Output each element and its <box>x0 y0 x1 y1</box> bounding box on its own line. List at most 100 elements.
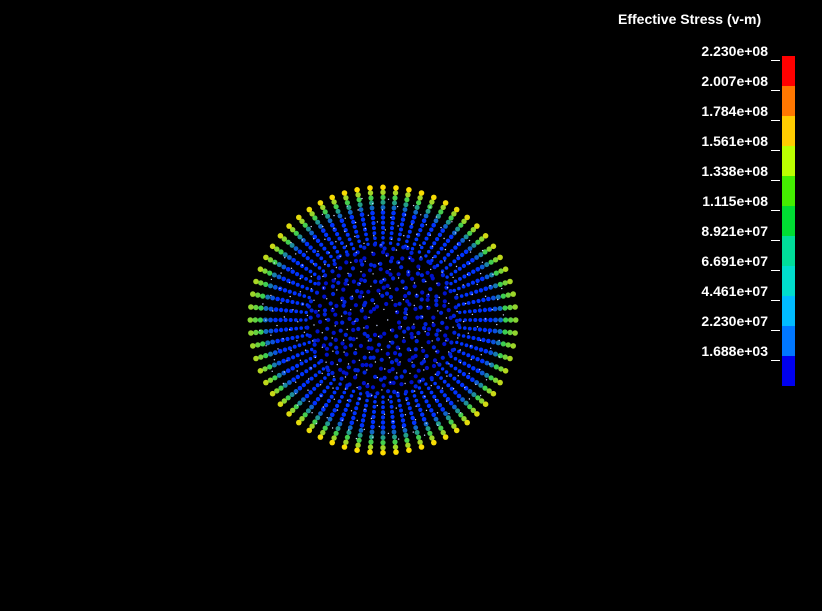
mesh-node <box>393 302 398 308</box>
mesh-node <box>300 334 305 338</box>
mesh-node-highlight <box>326 417 328 419</box>
mesh-node <box>263 281 269 287</box>
mesh-node <box>411 420 417 426</box>
mesh-node <box>386 389 391 394</box>
mesh-node <box>417 386 422 390</box>
mesh-node <box>409 380 414 385</box>
mesh-node <box>475 357 480 362</box>
mesh-node-highlight <box>468 239 471 242</box>
mesh-node <box>325 365 330 370</box>
mesh-node <box>403 315 408 320</box>
mesh-node <box>502 329 508 335</box>
mesh-node <box>324 346 330 351</box>
mesh-node-highlight <box>289 295 291 298</box>
mesh-node <box>466 282 471 287</box>
mesh-node-highlight <box>426 305 428 308</box>
mesh-node <box>482 327 488 333</box>
mesh-node <box>396 320 402 325</box>
mesh-node <box>373 400 377 404</box>
mesh-node-highlight <box>467 332 469 334</box>
mesh-node <box>366 345 371 351</box>
mesh-node <box>319 358 324 364</box>
mesh-node <box>363 315 368 320</box>
mesh-node <box>349 394 354 398</box>
mesh-node <box>424 254 428 258</box>
mesh-node <box>268 351 273 357</box>
mesh-node <box>372 332 378 337</box>
mesh-node <box>372 231 377 236</box>
mesh-node-highlight <box>440 330 442 332</box>
mesh-node <box>492 306 498 312</box>
mesh-node <box>426 327 432 332</box>
mesh-node <box>347 316 352 321</box>
mesh-node <box>467 246 473 252</box>
mesh-node-highlight <box>284 257 286 259</box>
mesh-node <box>443 333 448 338</box>
mesh-node-highlight <box>411 223 413 225</box>
mesh-node <box>380 449 386 456</box>
mesh-node <box>461 263 466 268</box>
mesh-node <box>422 395 426 399</box>
mesh-node <box>319 242 324 247</box>
mesh-node-highlight <box>333 227 335 229</box>
mesh-node <box>370 210 375 216</box>
mesh-node <box>484 372 490 378</box>
mesh-node <box>431 412 437 418</box>
mesh-node <box>470 355 475 360</box>
mesh-node <box>347 398 352 403</box>
mesh-node-highlight <box>304 349 307 351</box>
mesh-node <box>401 245 406 250</box>
mesh-node <box>268 328 274 334</box>
mesh-node <box>332 377 336 382</box>
mesh-node <box>452 330 457 335</box>
mesh-node <box>370 424 375 430</box>
mesh-node <box>410 389 415 393</box>
mesh-node <box>295 335 300 339</box>
mesh-node <box>449 272 454 277</box>
mesh-node <box>439 310 444 315</box>
mesh-node-highlight <box>324 263 326 266</box>
mesh-node-highlight <box>376 221 379 223</box>
mesh-node <box>371 221 376 226</box>
mesh-node <box>335 426 341 432</box>
mesh-node <box>306 206 313 213</box>
mesh-node <box>386 344 391 349</box>
mesh-node <box>321 407 326 412</box>
mesh-node-highlight <box>479 339 482 341</box>
mesh-node <box>342 245 347 250</box>
mesh-node-highlight <box>319 384 322 386</box>
mesh-node <box>304 393 310 399</box>
mesh-node <box>352 224 357 229</box>
mesh-node <box>380 210 386 215</box>
mesh-node-highlight <box>376 324 378 327</box>
mesh-node <box>431 363 437 369</box>
mesh-node <box>425 208 431 214</box>
mesh-node <box>442 200 449 206</box>
mesh-node <box>372 226 376 231</box>
mesh-node <box>373 279 378 284</box>
mesh-node-highlight <box>321 372 323 375</box>
mesh-node <box>414 398 419 403</box>
model-viewport[interactable] <box>0 0 822 611</box>
mesh-node <box>429 376 434 381</box>
mesh-node-highlight <box>479 394 482 397</box>
mesh-node-highlight <box>350 410 353 412</box>
mesh-node-highlight <box>445 340 447 342</box>
mesh-node <box>308 366 313 371</box>
mesh-node <box>315 252 320 257</box>
mesh-node <box>406 326 411 331</box>
mesh-node <box>372 404 377 409</box>
mesh-node-highlight <box>437 310 439 312</box>
mesh-node <box>263 306 269 311</box>
mesh-node-highlight <box>326 298 328 300</box>
mesh-node-highlight <box>355 251 357 254</box>
mesh-node <box>285 298 290 304</box>
mesh-node <box>329 439 336 446</box>
mesh-node <box>341 412 346 417</box>
mesh-node <box>420 223 425 228</box>
mesh-node <box>407 229 412 234</box>
mesh-node-highlight <box>371 251 373 253</box>
mesh-node-highlight <box>413 323 415 325</box>
mesh-node <box>411 214 417 220</box>
mesh-node <box>454 318 460 323</box>
